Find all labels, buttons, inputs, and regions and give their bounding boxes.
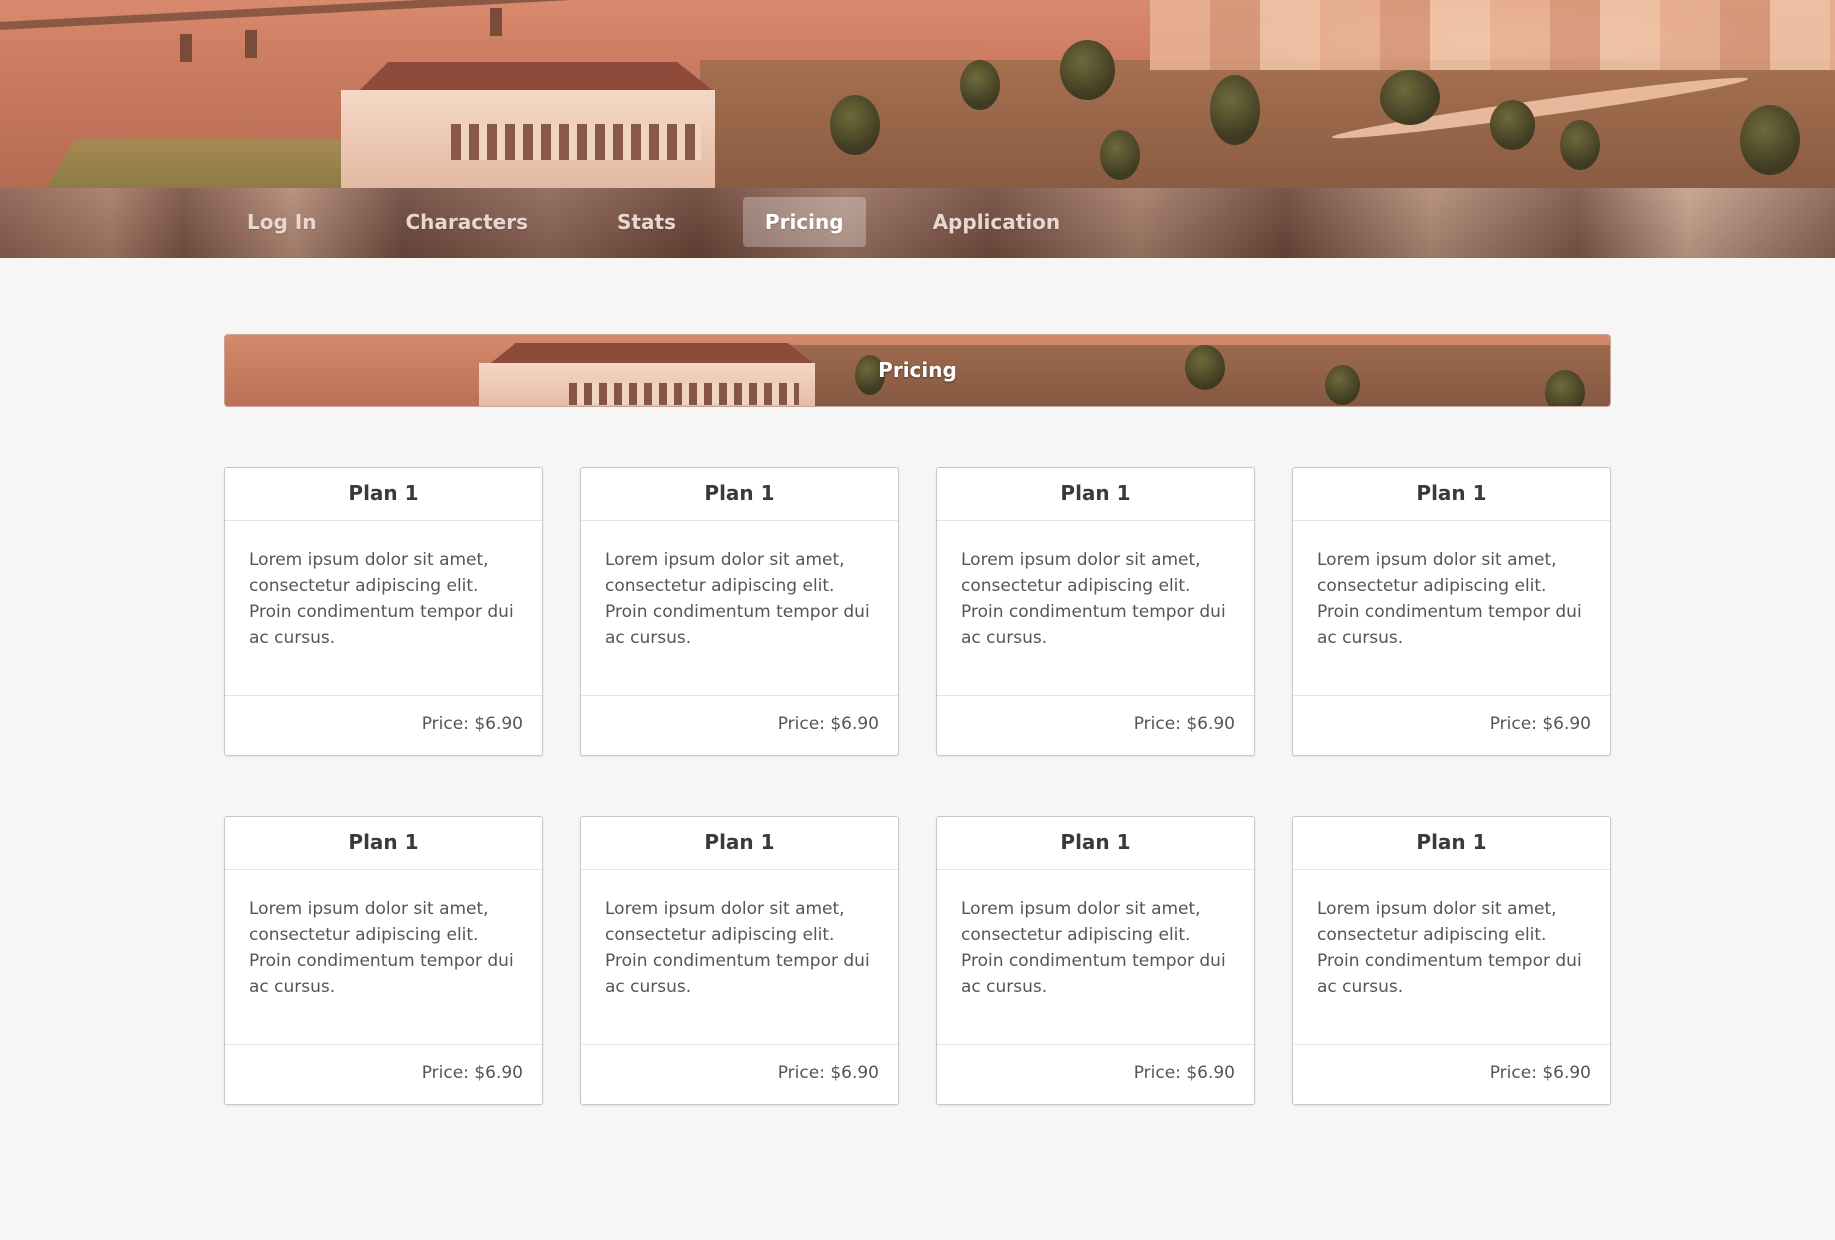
banner-tree	[1490, 100, 1535, 150]
plan-card: Plan 1 Lorem ipsum dolor sit amet, conse…	[580, 467, 899, 756]
header-banner-image	[0, 0, 1835, 188]
bridge-pillar	[180, 34, 192, 62]
plan-description: Lorem ipsum dolor sit amet, consectetur …	[249, 550, 514, 648]
banner-tree	[1210, 75, 1260, 145]
banner-tree	[1740, 105, 1800, 175]
plan-title: Plan 1	[225, 817, 542, 870]
plan-title: Plan 1	[937, 817, 1254, 870]
plan-price: Price: $6.90	[225, 695, 542, 755]
plan-price: Price: $6.90	[1293, 1044, 1610, 1104]
plan-description: Lorem ipsum dolor sit amet, consectetur …	[1317, 899, 1582, 997]
plan-description: Lorem ipsum dolor sit amet, consectetur …	[961, 899, 1226, 997]
plan-card: Plan 1 Lorem ipsum dolor sit amet, conse…	[936, 467, 1255, 756]
page-title-banner: Pricing	[224, 334, 1611, 407]
plan-description: Lorem ipsum dolor sit amet, consectetur …	[605, 899, 870, 997]
banner-building	[335, 62, 715, 188]
nav-list: Log In Characters Stats Pricing Applicat…	[225, 197, 1127, 247]
plan-description: Lorem ipsum dolor sit amet, consectetur …	[249, 899, 514, 997]
plan-card: Plan 1 Lorem ipsum dolor sit amet, conse…	[1292, 467, 1611, 756]
plan-price: Price: $6.90	[581, 695, 898, 755]
banner-tree	[1380, 70, 1440, 125]
plan-card: Plan 1 Lorem ipsum dolor sit amet, conse…	[224, 816, 543, 1105]
plan-card: Plan 1 Lorem ipsum dolor sit amet, conse…	[936, 816, 1255, 1105]
plan-card: Plan 1 Lorem ipsum dolor sit amet, conse…	[580, 816, 899, 1105]
plan-description: Lorem ipsum dolor sit amet, consectetur …	[605, 550, 870, 648]
plan-price: Price: $6.90	[1293, 695, 1610, 755]
nav-item-stats[interactable]: Stats	[595, 197, 698, 247]
banner-tree	[1060, 40, 1115, 100]
plan-card: Plan 1 Lorem ipsum dolor sit amet, conse…	[224, 467, 543, 756]
nav-item-application[interactable]: Application	[911, 197, 1083, 247]
banner-field	[45, 140, 375, 188]
banner-tree	[830, 95, 880, 155]
banner-tree	[1100, 130, 1140, 180]
plan-title: Plan 1	[581, 817, 898, 870]
main-navbar: Log In Characters Stats Pricing Applicat…	[0, 188, 1835, 258]
plan-title: Plan 1	[1293, 817, 1610, 870]
plan-title: Plan 1	[225, 468, 542, 521]
plan-description: Lorem ipsum dolor sit amet, consectetur …	[1317, 550, 1582, 648]
banner-tree	[960, 60, 1000, 110]
page-title: Pricing	[878, 358, 957, 382]
nav-item-pricing[interactable]: Pricing	[742, 197, 866, 247]
plan-title: Plan 1	[937, 468, 1254, 521]
bridge-pillar	[245, 30, 257, 58]
plan-title: Plan 1	[581, 468, 898, 521]
bridge-pillar	[490, 8, 502, 36]
nav-item-log-in[interactable]: Log In	[225, 197, 338, 247]
banner-city	[1150, 0, 1835, 70]
banner-tree	[1560, 120, 1600, 170]
plan-price: Price: $6.90	[937, 695, 1254, 755]
plan-description: Lorem ipsum dolor sit amet, consectetur …	[961, 550, 1226, 648]
plan-price: Price: $6.90	[581, 1044, 898, 1104]
plan-card: Plan 1 Lorem ipsum dolor sit amet, conse…	[1292, 816, 1611, 1105]
plan-price: Price: $6.90	[225, 1044, 542, 1104]
plan-title: Plan 1	[1293, 468, 1610, 521]
plan-grid: Plan 1 Lorem ipsum dolor sit amet, conse…	[224, 467, 1611, 1105]
plan-price: Price: $6.90	[937, 1044, 1254, 1104]
nav-item-characters[interactable]: Characters	[383, 197, 550, 247]
